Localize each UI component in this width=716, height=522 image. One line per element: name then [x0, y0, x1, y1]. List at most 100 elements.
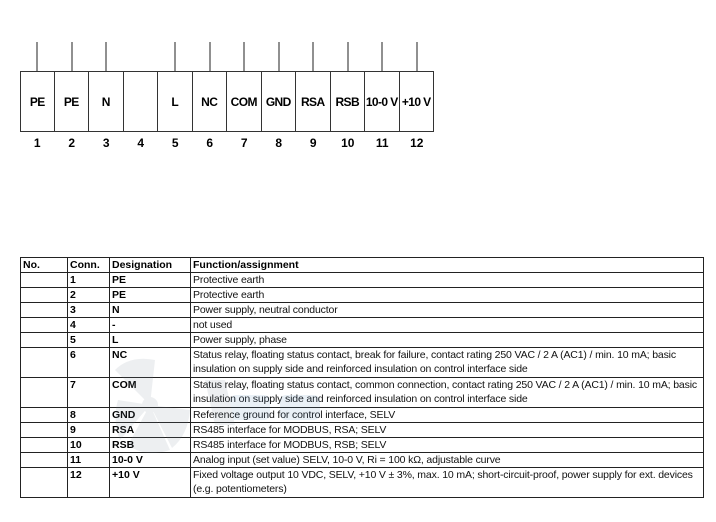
cell-no	[20, 287, 68, 303]
terminal: 10-0 V 11	[365, 42, 400, 152]
terminal: PE 1	[20, 42, 55, 152]
cell-designation: PE	[109, 272, 191, 288]
terminal: COM 7	[227, 42, 262, 152]
cell-no	[20, 467, 68, 498]
cell-designation: N	[109, 302, 191, 318]
wire-lead	[312, 42, 314, 71]
cell-function: Power supply, neutral conductor	[190, 302, 704, 318]
cell-no	[20, 452, 68, 468]
terminal-label	[123, 71, 158, 132]
terminal-strip-diagram: PE 1 PE 2 N 3 4 L 5 NC 6 COM 7 GND 8 RSA…	[20, 42, 434, 152]
cell-designation: COM	[109, 377, 191, 408]
wire-lead	[347, 42, 349, 71]
cell-no	[20, 347, 68, 378]
terminal: N 3	[89, 42, 124, 152]
terminal-number: 4	[137, 136, 145, 150]
wire-lead	[278, 42, 280, 71]
table-row: 9 RSA RS485 interface for MODBUS, RSA; S…	[20, 422, 704, 438]
table-row: 12 +10 V Fixed voltage output 10 VDC, SE…	[20, 467, 704, 498]
cell-function: Analog input (set value) SELV, 10-0 V, R…	[190, 452, 704, 468]
cell-no	[20, 272, 68, 288]
cell-designation: RSB	[109, 437, 191, 453]
cell-conn: 8	[67, 407, 110, 423]
cell-no	[20, 407, 68, 423]
cell-function: Protective earth	[190, 287, 704, 303]
connection-table: No. Conn. Designation Function/assignmen…	[20, 257, 704, 498]
table-row: 2 PE Protective earth	[20, 287, 704, 303]
table-row: 6 NC Status relay, floating status conta…	[20, 347, 704, 378]
terminal-number: 7	[240, 136, 248, 150]
cell-conn: 7	[67, 377, 110, 408]
terminal-number: 8	[275, 136, 283, 150]
table-row: 4 - not used	[20, 317, 704, 333]
terminal-number: 6	[206, 136, 214, 150]
cell-designation: GND	[109, 407, 191, 423]
terminal-number: 9	[309, 136, 317, 150]
terminal-number: 1	[33, 136, 41, 150]
cell-designation: +10 V	[109, 467, 191, 498]
terminal-label: COM	[227, 71, 262, 132]
terminal-label: PE	[54, 71, 89, 132]
cell-conn: 4	[67, 317, 110, 333]
terminal-label: +10 V	[399, 71, 434, 132]
terminal-number: 11	[375, 136, 389, 150]
terminal: RSA 9	[296, 42, 331, 152]
cell-conn: 3	[67, 302, 110, 318]
terminal-label: RSA	[296, 71, 331, 132]
wire-lead	[381, 42, 383, 71]
terminal-label: RSB	[330, 71, 365, 132]
cell-function: Status relay, floating status contact, b…	[190, 347, 704, 378]
terminal-number: 12	[410, 136, 424, 150]
wire-lead	[174, 42, 176, 71]
cell-designation: -	[109, 317, 191, 333]
cell-conn: 9	[67, 422, 110, 438]
cell-function: Status relay, floating status contact, c…	[190, 377, 704, 408]
cell-designation: NC	[109, 347, 191, 378]
header-designation: Designation	[109, 257, 191, 273]
cell-no	[20, 302, 68, 318]
cell-designation: RSA	[109, 422, 191, 438]
cell-conn: 10	[67, 437, 110, 453]
terminal-label: 10-0 V	[365, 71, 400, 132]
cell-conn: 2	[67, 287, 110, 303]
table-header-row: No. Conn. Designation Function/assignmen…	[20, 257, 704, 273]
cell-function: Fixed voltage output 10 VDC, SELV, +10 V…	[190, 467, 704, 498]
wire-lead	[71, 42, 73, 71]
terminal-number: 10	[341, 136, 355, 150]
terminal: NC 6	[192, 42, 227, 152]
table-row: 10 RSB RS485 interface for MODBUS, RSB; …	[20, 437, 704, 453]
wire-lead	[105, 42, 107, 71]
terminal: RSB 10	[330, 42, 365, 152]
header-conn: Conn.	[67, 257, 110, 273]
terminal: 4	[123, 42, 158, 152]
terminal-number: 2	[68, 136, 76, 150]
header-no: No.	[20, 257, 68, 273]
table-row: 1 PE Protective earth	[20, 272, 704, 288]
cell-no	[20, 332, 68, 348]
cell-conn: 1	[67, 272, 110, 288]
terminal-number: 3	[102, 136, 110, 150]
table-row: 3 N Power supply, neutral conductor	[20, 302, 704, 318]
terminal-label: PE	[20, 71, 55, 132]
terminal: +10 V 12	[399, 42, 434, 152]
cell-conn: 12	[67, 467, 110, 498]
cell-function: Power supply, phase	[190, 332, 704, 348]
cell-function: RS485 interface for MODBUS, RSB; SELV	[190, 437, 704, 453]
terminal-label: GND	[261, 71, 296, 132]
header-function: Function/assignment	[190, 257, 704, 273]
wire-lead	[209, 42, 211, 71]
cell-conn: 11	[67, 452, 110, 468]
table-row: 7 COM Status relay, floating status cont…	[20, 377, 704, 408]
cell-no	[20, 317, 68, 333]
cell-no	[20, 422, 68, 438]
cell-designation: L	[109, 332, 191, 348]
cell-conn: 5	[67, 332, 110, 348]
terminal: PE 2	[54, 42, 89, 152]
wire-lead	[416, 42, 418, 71]
terminal-label: NC	[192, 71, 227, 132]
cell-function: Protective earth	[190, 272, 704, 288]
table-row: 5 L Power supply, phase	[20, 332, 704, 348]
cell-conn: 6	[67, 347, 110, 378]
cell-no	[20, 377, 68, 408]
table-row: 8 GND Reference ground for control inter…	[20, 407, 704, 423]
